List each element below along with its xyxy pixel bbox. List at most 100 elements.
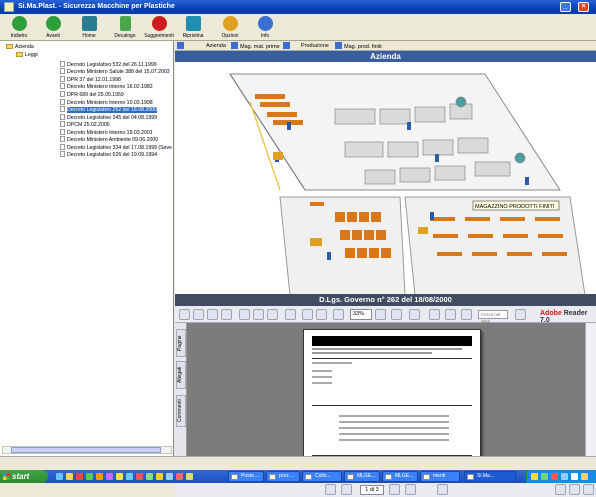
tree-item[interactable]: Decreto Ministero Interno 10.03.1998	[60, 99, 153, 106]
quicklaunch-icon[interactable]	[86, 473, 93, 480]
page-number-field[interactable]: 1 di 3	[360, 485, 384, 495]
quicklaunch-icon[interactable]	[66, 473, 73, 480]
zoom-level-field[interactable]: 33%	[350, 309, 372, 320]
quicklaunch-icon[interactable]	[96, 473, 103, 480]
tab-produzione-icon[interactable]	[283, 42, 292, 50]
fit-page-icon[interactable]	[302, 309, 313, 320]
tab-pagine[interactable]: Pagine	[176, 329, 186, 357]
quicklaunch-icon[interactable]	[176, 473, 183, 480]
zoom-in-icon[interactable]	[285, 309, 296, 320]
quicklaunch-icon[interactable]	[56, 473, 63, 480]
quicklaunch-icon[interactable]	[126, 473, 133, 480]
yahoo-search-icon[interactable]	[515, 309, 526, 320]
taskbar-item[interactable]: Collo...	[302, 471, 342, 482]
tray-icon[interactable]	[551, 473, 558, 480]
info-button[interactable]: Info	[246, 16, 284, 39]
start-button[interactable]: start	[0, 470, 48, 483]
tab-produzione[interactable]: Produzione	[301, 42, 329, 50]
opzioni-button[interactable]: Opzioni	[211, 16, 249, 39]
home-button[interactable]: Home	[70, 16, 108, 39]
select-tool-icon[interactable]	[253, 309, 264, 320]
forward-button[interactable]: Avanti	[34, 16, 72, 39]
rotate-icon[interactable]	[409, 309, 420, 320]
tree-item[interactable]: DPCM 25.02.2005	[60, 121, 110, 128]
tree-item[interactable]: Decreto Ministero Ambiente 09.06.2000	[60, 136, 158, 143]
tree-item-selected[interactable]: Decreto Legislativo 262 del 18.08.2000	[60, 106, 157, 113]
decalogo-button[interactable]: Decalogo	[106, 16, 144, 39]
quicklaunch-icon[interactable]	[76, 473, 83, 480]
tree-item[interactable]: Decreto Ministero Salute 388 del 15.07.2…	[60, 68, 170, 75]
text-line	[339, 427, 449, 429]
print-icon[interactable]	[193, 309, 204, 320]
taskbar-item[interactable]: prez ...	[266, 471, 300, 482]
tools-icon[interactable]	[429, 309, 440, 320]
zoom-out-icon[interactable]	[333, 309, 344, 320]
tree-item[interactable]: Decreto Legislativo 626 del 19.09.1994	[60, 151, 157, 158]
tray-icon[interactable]	[581, 473, 588, 480]
quicklaunch-icon[interactable]	[116, 473, 123, 480]
zoom-in-plus-icon[interactable]	[391, 309, 402, 320]
tray-icon[interactable]	[531, 473, 538, 480]
shelf	[472, 252, 497, 256]
tree-item[interactable]: Decreto Ministero Interno 16.02.1982	[60, 83, 153, 90]
tab-mag-prod-finiti[interactable]: Mag. prod. finiti	[335, 42, 382, 50]
facing-page-icon[interactable]	[583, 484, 594, 495]
quicklaunch-icon[interactable]	[156, 473, 163, 480]
taskbar-item[interactable]: Posta ...	[228, 471, 264, 482]
tab-allegati[interactable]: Allegati	[176, 361, 186, 389]
prev-page-icon[interactable]	[341, 484, 352, 495]
help-reader-icon[interactable]	[461, 309, 472, 320]
next-page-icon[interactable]	[389, 484, 400, 495]
tab-commenti[interactable]: Commenti	[176, 395, 186, 427]
find-icon[interactable]	[221, 309, 232, 320]
tree-item[interactable]: Decreto Legislativo 334 del 17.08.1999 (…	[60, 144, 172, 151]
start-label: start	[12, 472, 30, 481]
tray-icon[interactable]	[571, 473, 578, 480]
tab-icon-left[interactable]	[177, 42, 186, 50]
suggerimenti-button[interactable]: Suggerimenti	[140, 16, 178, 39]
quicklaunch-icon[interactable]	[106, 473, 113, 480]
taskbar-item-active[interactable]: Si.Ma...	[464, 471, 516, 482]
tree-root[interactable]: Azienda	[6, 44, 34, 51]
quicklaunch-icon[interactable]	[186, 473, 193, 480]
first-page-icon[interactable]	[325, 484, 336, 495]
single-page-icon[interactable]	[555, 484, 566, 495]
tree-item[interactable]: Decreto Ministero Interno 19.03.2001	[60, 129, 153, 136]
taskbar-item[interactable]: MLGE...	[382, 471, 418, 482]
tree-folder-leggi[interactable]: Leggi	[16, 52, 38, 59]
tray-icon[interactable]	[561, 473, 568, 480]
back-button[interactable]: Indietro	[0, 16, 38, 39]
ripristina-button[interactable]: Ripristina	[174, 16, 212, 39]
email-icon[interactable]	[207, 309, 218, 320]
continuous-page-icon[interactable]	[569, 484, 580, 495]
pdf-page[interactable]	[303, 329, 481, 477]
tray-icon[interactable]	[541, 473, 548, 480]
last-page-icon[interactable]	[405, 484, 416, 495]
adobe-product: Reader	[563, 310, 588, 317]
tree-item[interactable]: DPR 689 del 25.05.1959	[60, 91, 124, 98]
tree-item[interactable]: DPR 37 del 12.01.1998	[60, 76, 121, 83]
search-web-field[interactable]: Cerca nel Web	[478, 310, 508, 324]
tab-mag-mat-prime[interactable]: Mag. mat. prime	[231, 42, 280, 50]
document-icon	[60, 114, 65, 120]
taskbar-item[interactable]: menti	[420, 471, 460, 482]
tab-azienda[interactable]: Azienda	[206, 42, 226, 50]
minimize-button[interactable]: _	[560, 2, 571, 12]
quicklaunch-icon[interactable]	[146, 473, 153, 480]
quicklaunch-icon[interactable]	[136, 473, 143, 480]
document-icon	[60, 76, 65, 82]
fit-width-icon[interactable]	[316, 309, 327, 320]
tree-item[interactable]: Decreto Legislativo 532 del 26.11.1999	[60, 61, 157, 68]
go-back-icon[interactable]	[437, 484, 448, 495]
tree-horizontal-scrollbar[interactable]	[2, 446, 172, 454]
zoom-dropdown-icon[interactable]	[375, 309, 386, 320]
taskbar-item[interactable]: MLGE...	[344, 471, 380, 482]
quicklaunch-icon[interactable]	[166, 473, 173, 480]
snapshot-icon[interactable]	[267, 309, 278, 320]
scrollbar-thumb[interactable]	[11, 447, 161, 453]
hand-tool-icon[interactable]	[239, 309, 250, 320]
sign-icon[interactable]	[445, 309, 456, 320]
close-button[interactable]: ×	[578, 2, 589, 12]
save-icon[interactable]	[179, 309, 190, 320]
tree-item[interactable]: Decreto Legislativo 345 del 04.08.1999	[60, 114, 157, 121]
